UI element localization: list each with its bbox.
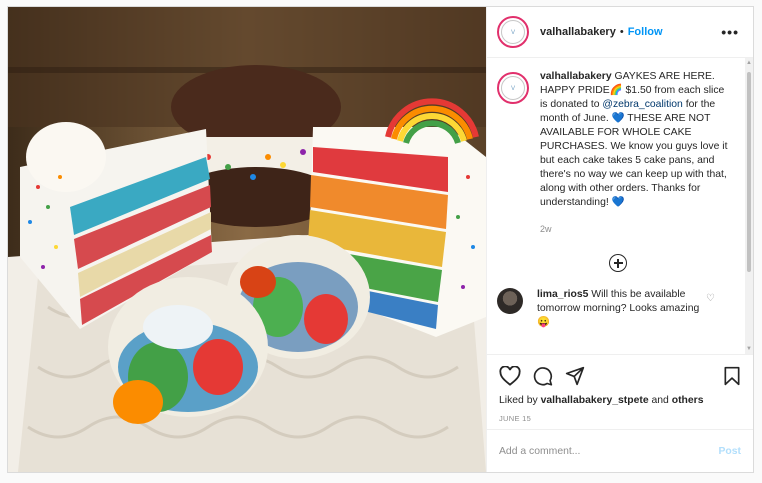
avatar-logo: V bbox=[501, 20, 525, 44]
add-comment-input[interactable] bbox=[499, 445, 719, 457]
blue-heart-emoji: 💙 bbox=[611, 197, 625, 208]
load-more-comments[interactable] bbox=[497, 254, 739, 272]
caption-text-part: THESE ARE NOT AVAILABLE FOR WHOLE CAKE P… bbox=[540, 113, 728, 208]
post-comment-button[interactable]: Post bbox=[718, 446, 741, 457]
likes-suffix: and bbox=[648, 395, 672, 406]
post-photo[interactable] bbox=[8, 7, 486, 472]
rainbow-cake-image bbox=[8, 7, 486, 472]
comment-item: lima_rios5 Will this be available tomorr… bbox=[497, 288, 739, 330]
post-side-panel: V valhallabakery • Follow ••• V valhalla… bbox=[486, 7, 753, 472]
mention-link[interactable]: @zebra_coalition bbox=[602, 99, 682, 110]
heart-icon[interactable] bbox=[499, 366, 521, 386]
comment-icon[interactable] bbox=[533, 366, 553, 386]
author-avatar[interactable]: V bbox=[497, 16, 529, 48]
tongue-emoji: 😛 bbox=[537, 317, 550, 328]
post-date[interactable]: JUNE 15 bbox=[499, 414, 741, 423]
comments-scrollbar[interactable]: ▲ ▼ bbox=[745, 58, 753, 354]
caption-age[interactable]: 2w bbox=[540, 222, 730, 236]
add-comment-bar: Post bbox=[487, 429, 753, 472]
caption-text: valhallabakery GAYKES ARE HERE. HAPPY PR… bbox=[540, 70, 730, 236]
follow-button[interactable]: Follow bbox=[628, 26, 663, 38]
post-actions: Liked by valhallabakery_stpete and other… bbox=[487, 354, 753, 429]
separator-dot: • bbox=[619, 26, 624, 38]
rainbow-emoji: 🌈 bbox=[609, 85, 623, 96]
avatar-logo: V bbox=[501, 76, 525, 100]
action-icons bbox=[499, 363, 741, 389]
liker-username[interactable]: valhallabakery_stpete bbox=[541, 395, 649, 406]
author-username[interactable]: valhallabakery bbox=[540, 26, 616, 38]
caption-username[interactable]: valhallabakery bbox=[540, 71, 612, 82]
commenter-username[interactable]: lima_rios5 bbox=[537, 289, 588, 300]
scroll-down-arrow[interactable]: ▼ bbox=[746, 346, 752, 352]
commenter-avatar[interactable] bbox=[497, 288, 523, 314]
share-icon[interactable] bbox=[565, 366, 585, 386]
more-options-icon[interactable]: ••• bbox=[721, 24, 743, 40]
blue-heart-emoji: 💙 bbox=[611, 113, 625, 124]
comment-text: lima_rios5 Will this be available tomorr… bbox=[537, 288, 707, 330]
caption-avatar[interactable]: V bbox=[497, 72, 529, 104]
caption: V valhallabakery GAYKES ARE HERE. HAPPY … bbox=[497, 70, 739, 236]
likes-line: Liked by valhallabakery_stpete and other… bbox=[499, 395, 741, 406]
plus-circle-icon[interactable] bbox=[609, 254, 627, 272]
post-modal: V valhallabakery • Follow ••• V valhalla… bbox=[7, 6, 754, 473]
post-header: V valhallabakery • Follow ••• bbox=[487, 7, 753, 58]
scroll-up-arrow[interactable]: ▲ bbox=[746, 60, 752, 66]
small-heart-icon[interactable]: ♡ bbox=[706, 293, 715, 304]
scroll-thumb[interactable] bbox=[747, 72, 751, 272]
comments-area[interactable]: V valhallabakery GAYKES ARE HERE. HAPPY … bbox=[487, 58, 753, 354]
likes-prefix: Liked by bbox=[499, 395, 541, 406]
likes-others-link[interactable]: others bbox=[672, 395, 704, 406]
bookmark-icon[interactable] bbox=[723, 366, 741, 386]
